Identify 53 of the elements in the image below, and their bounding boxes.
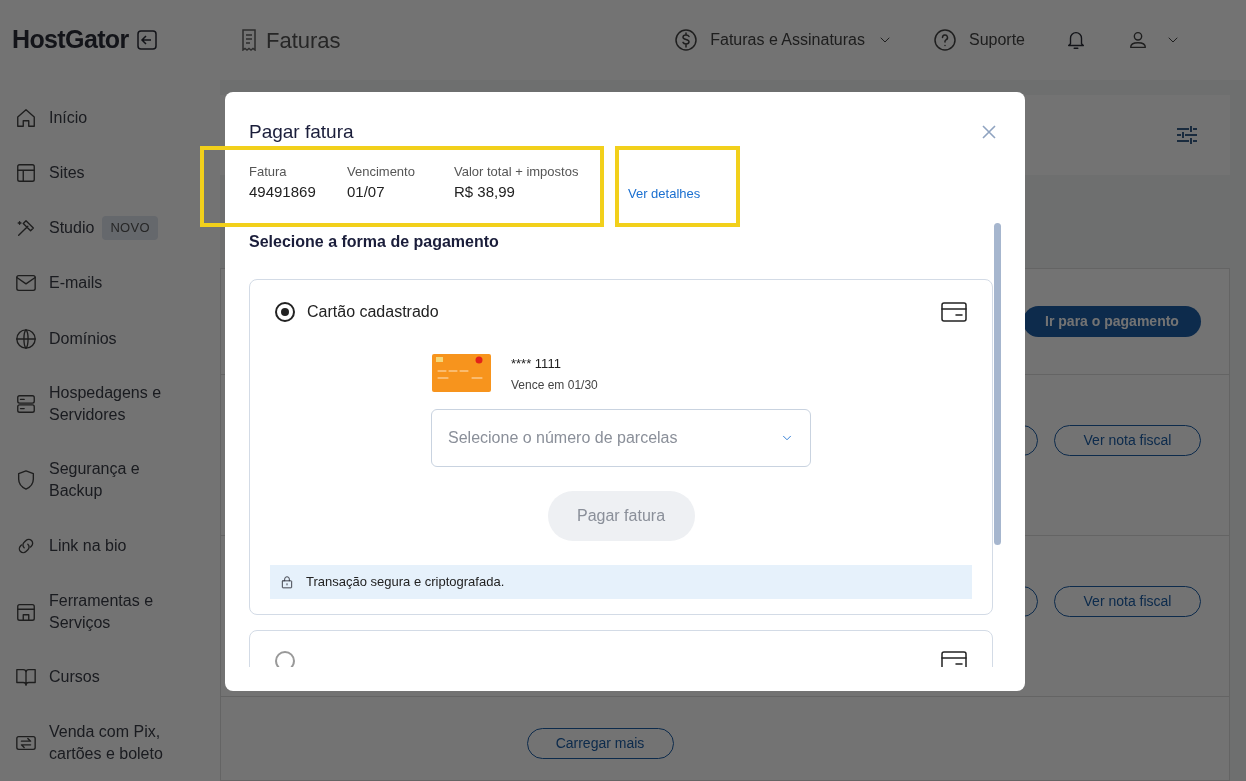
sidebar-item[interactable]: Hospedagens e Servidores <box>0 366 220 443</box>
menu-button[interactable]: Faturas e Assinaturas <box>674 28 893 52</box>
section-title: Selecione a forma de pagamento <box>249 231 500 252</box>
home-icon <box>15 106 37 129</box>
sidebar-item[interactable]: Domínios <box>0 311 220 367</box>
sidebar-item[interactable]: E-mails <box>0 255 220 312</box>
sidebar-item[interactable]: Cursos <box>0 649 220 705</box>
sidebar-item[interactable]: Sites <box>0 145 220 201</box>
page-title: Faturas <box>266 26 341 55</box>
card-drawing <box>432 353 491 392</box>
option-label: Cartão cadastrado <box>307 301 439 322</box>
sidebar-item[interactable]: Início <box>0 90 220 146</box>
radio-button[interactable] <box>275 301 295 322</box>
field-label: Valor total + impostos <box>454 162 580 181</box>
field-label: Vencimento <box>347 162 416 181</box>
filter-icon[interactable] <box>1176 125 1198 145</box>
sidebar-item[interactable]: Link na bio <box>0 518 220 574</box>
receipt-icon <box>240 29 258 51</box>
field-value: 01/07 <box>347 182 386 202</box>
dialog-title: Pagar fatura <box>249 120 354 144</box>
help-icon <box>932 28 957 52</box>
installments-select[interactable]: Selecione o número de parcelas <box>431 409 811 467</box>
close-icon[interactable] <box>981 124 997 141</box>
sidebar-item[interactable]: Studio NOVO <box>0 200 220 256</box>
nav-link[interactable]: Suporte <box>932 28 1025 52</box>
new-badge: NOVO <box>102 216 158 240</box>
credit-card-icon <box>941 301 967 322</box>
field-label: Fatura <box>249 162 288 181</box>
globe-icon <box>15 327 37 350</box>
shield-icon <box>15 469 37 492</box>
scrollbar[interactable] <box>994 222 1001 545</box>
collapse-icon[interactable] <box>136 30 157 50</box>
user-icon[interactable] <box>1127 29 1149 51</box>
field-value: R$ 38,99 <box>454 182 516 202</box>
pay-button: Pagar fatura <box>547 491 695 541</box>
dollar-icon <box>674 28 699 52</box>
lock-icon <box>280 575 294 589</box>
sidebar-item[interactable]: Venda com Pix, cartões e boleto <box>0 705 220 781</box>
logo: HostGator <box>12 24 129 56</box>
radio-button[interactable] <box>275 651 295 667</box>
security-notice: Transação segura e criptografada. <box>270 565 972 599</box>
sidebar-item[interactable]: Segurança e Backup <box>0 442 220 519</box>
details-link[interactable]: Ver detalhes <box>628 184 701 204</box>
field-value: 49491869 <box>249 182 317 202</box>
sidebar-item[interactable]: Ferramentas e Serviços <box>0 573 220 650</box>
card-expiry: Vence em 01/30 <box>511 377 598 394</box>
credit-card-icon <box>941 651 967 667</box>
book-icon <box>15 666 37 689</box>
layout-icon <box>15 161 37 184</box>
card-number: **** 1111 <box>511 354 562 373</box>
server-icon <box>15 393 37 416</box>
bell-icon[interactable] <box>1065 29 1087 51</box>
payment-button[interactable]: Ir para o pagamento <box>1023 306 1201 337</box>
